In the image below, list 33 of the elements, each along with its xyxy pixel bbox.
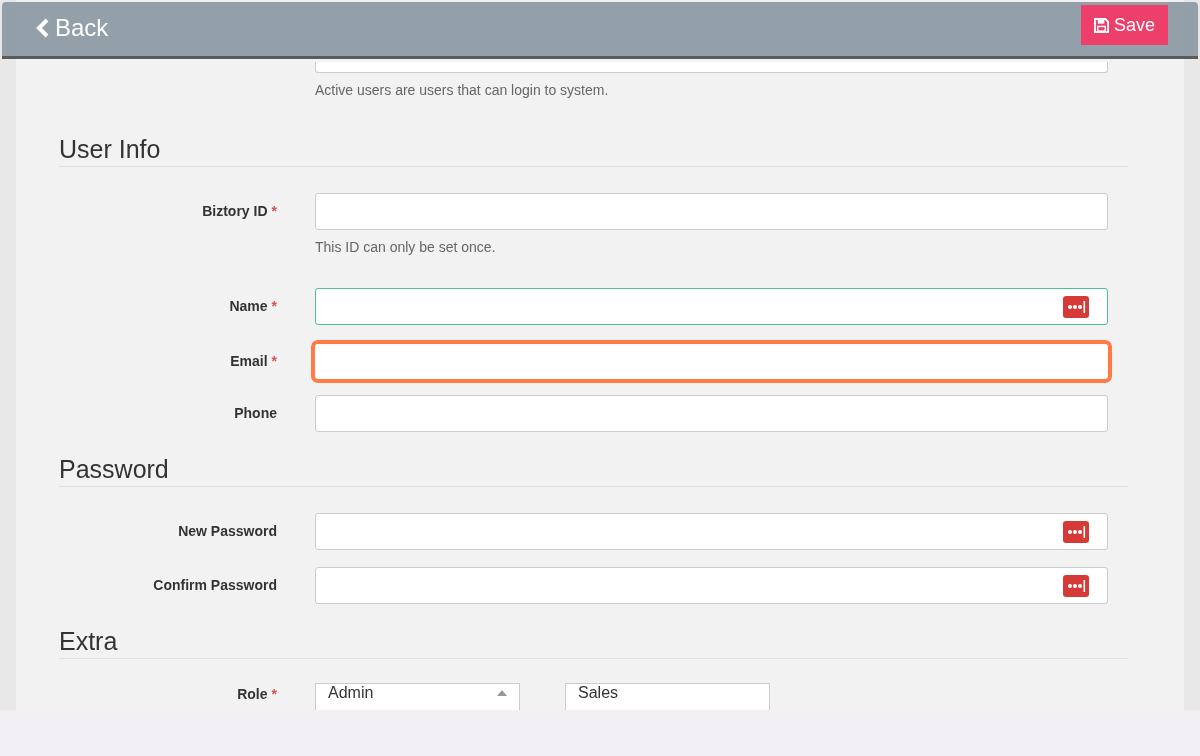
input-field[interactable] bbox=[311, 340, 1112, 383]
section-heading: Extra bbox=[59, 626, 1128, 659]
field-label: Name bbox=[229, 298, 268, 314]
input-field[interactable] bbox=[315, 193, 1108, 230]
required-mark: * bbox=[271, 203, 277, 219]
password-manager-icon[interactable] bbox=[1063, 520, 1089, 543]
password-manager-icon[interactable] bbox=[1063, 295, 1089, 318]
password-manager-icon[interactable] bbox=[1063, 574, 1089, 597]
required-mark: * bbox=[271, 353, 277, 369]
field-label: Phone bbox=[234, 405, 277, 421]
list-box[interactable]: Sales bbox=[565, 683, 770, 710]
required-mark: * bbox=[271, 298, 277, 314]
select-field[interactable] bbox=[315, 62, 1108, 73]
section-heading: Password bbox=[59, 454, 1128, 487]
input-field[interactable] bbox=[315, 567, 1108, 604]
input-field[interactable] bbox=[315, 513, 1108, 550]
field-label: New Password bbox=[178, 523, 277, 539]
list-option[interactable]: Sales bbox=[578, 684, 619, 710]
help-text: Active users are users that can login to system. bbox=[315, 81, 610, 100]
list-box[interactable]: Admin bbox=[315, 683, 520, 710]
required-mark: * bbox=[271, 686, 277, 702]
list-option[interactable]: Admin bbox=[328, 684, 374, 710]
field-label: Biztory ID bbox=[202, 203, 268, 219]
field-label: Email bbox=[230, 353, 268, 369]
help-text: This ID can only be set once. bbox=[315, 238, 497, 257]
chevron-left-icon bbox=[36, 18, 49, 38]
input-field[interactable] bbox=[315, 395, 1108, 432]
field-label: Confirm Password bbox=[153, 577, 277, 593]
input-field[interactable] bbox=[315, 288, 1108, 325]
save-button[interactable]: Save bbox=[1080, 5, 1168, 45]
scroll-up-icon[interactable] bbox=[497, 690, 507, 696]
field-label: Role bbox=[237, 686, 268, 702]
section-heading: User Info bbox=[59, 134, 1128, 167]
